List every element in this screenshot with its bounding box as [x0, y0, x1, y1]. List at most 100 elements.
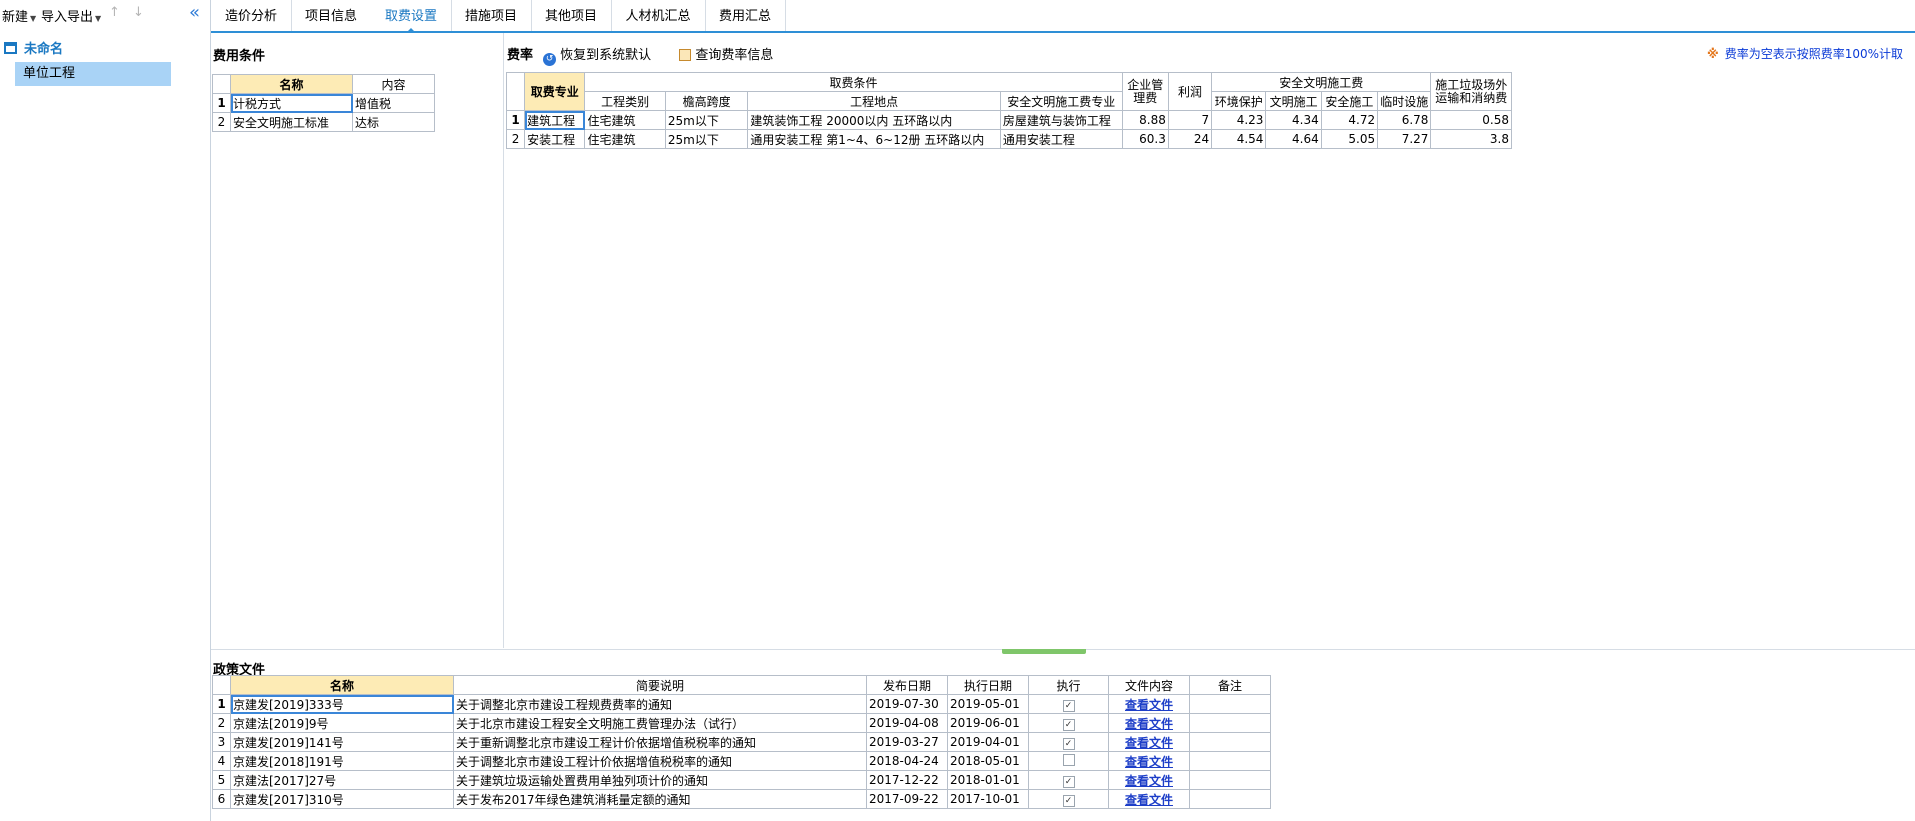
col-header-publish-date[interactable]: 发布日期 [866, 675, 948, 695]
col-header-name[interactable]: 名称 [230, 74, 353, 94]
col-header-file-content[interactable]: 文件内容 [1108, 675, 1190, 695]
table-row[interactable]: 1 建筑工程 住宅建筑 25m以下 建筑装饰工程 20000以内 五环路以内 房… [505, 110, 1512, 130]
cell-temp-facilities[interactable]: 6.78 [1377, 110, 1432, 130]
cell-value[interactable]: 增值税 [352, 93, 435, 113]
cell-doc-name[interactable]: 京建发[2017]310号 [230, 789, 454, 809]
tab-cost-analysis[interactable]: 造价分析 [211, 0, 292, 31]
cell-doc-name[interactable]: 京建发[2019]333号 [230, 694, 454, 714]
view-file-link[interactable]: 查看文件 [1125, 736, 1173, 750]
execute-checkbox[interactable] [1062, 753, 1075, 766]
tree-item-unit[interactable]: 单位工程 [15, 62, 171, 86]
cell-mgmt-fee[interactable]: 60.3 [1121, 129, 1169, 149]
view-file-link[interactable]: 查看文件 [1125, 717, 1173, 731]
cell-civilized[interactable]: 4.64 [1265, 129, 1322, 149]
col-header-civilized[interactable]: 文明施工 [1265, 91, 1322, 111]
tab-materials-summary[interactable]: 人材机汇总 [611, 0, 706, 31]
view-file-link[interactable]: 查看文件 [1125, 774, 1173, 788]
move-up-icon[interactable]: ↑ [109, 5, 120, 20]
cell-name[interactable]: 安全文明施工标准 [230, 112, 353, 132]
cell-remarks[interactable] [1189, 751, 1271, 771]
cell-env-protection[interactable]: 4.23 [1211, 110, 1267, 130]
table-row[interactable]: 1 京建发[2019]333号 关于调整北京市建设工程规费费率的通知 2019-… [212, 694, 1271, 714]
tab-cost-summary[interactable]: 费用汇总 [705, 0, 786, 31]
col-header-eaves-height[interactable]: 檐高跨度 [664, 91, 749, 111]
table-row[interactable]: 2 京建法[2019]9号 关于北京市建设工程安全文明施工费管理办法（试行） 2… [212, 713, 1271, 733]
col-header-summary[interactable]: 简要说明 [453, 675, 867, 695]
tab-measures[interactable]: 措施项目 [451, 0, 532, 31]
collapse-sidebar-icon[interactable]: « [189, 2, 200, 23]
col-header-effective-date[interactable]: 执行日期 [947, 675, 1029, 695]
cell-temp-facilities[interactable]: 7.27 [1377, 129, 1432, 149]
view-file-link[interactable]: 查看文件 [1125, 793, 1173, 807]
table-row[interactable]: 2 安装工程 住宅建筑 25m以下 通用安装工程 第1~4、6~12册 五环路以… [505, 129, 1512, 149]
view-file-link[interactable]: 查看文件 [1125, 698, 1173, 712]
cell-specialty[interactable]: 建筑工程 [524, 110, 586, 130]
col-header-mgmt-fee[interactable]: 企业管理费 [1121, 72, 1169, 111]
col-header-safety-fee[interactable]: 安全文明施工费 [1211, 72, 1432, 92]
table-row[interactable]: 2 安全文明施工标准 达标 [212, 112, 435, 132]
table-row[interactable]: 6 京建发[2017]310号 关于发布2017年绿色建筑消耗量定额的通知 20… [212, 789, 1271, 809]
col-header-waste-fee[interactable]: 施工垃圾场外运输和消纳费 [1430, 72, 1512, 111]
cell-safe-construction[interactable]: 4.72 [1320, 110, 1379, 130]
cell-remarks[interactable] [1189, 713, 1271, 733]
cell-summary[interactable]: 关于调整北京市建设工程规费费率的通知 [453, 694, 867, 714]
cell-env-protection[interactable]: 4.54 [1211, 129, 1267, 149]
tree-root-project[interactable]: 未命名 [4, 38, 63, 57]
cell-waste-fee[interactable]: 3.8 [1430, 129, 1512, 149]
tab-other-items[interactable]: 其他项目 [531, 0, 612, 31]
cell-summary[interactable]: 关于发布2017年绿色建筑消耗量定额的通知 [453, 789, 867, 809]
execute-checkbox[interactable]: ✓ [1062, 699, 1075, 712]
cell-summary[interactable]: 关于建筑垃圾运输处置费用单独列项计价的通知 [453, 770, 867, 790]
cell-location[interactable]: 建筑装饰工程 20000以内 五环路以内 [747, 110, 1001, 130]
table-row[interactable]: 4 京建发[2018]191号 关于调整北京市建设工程计价依据增值税税率的通知 … [212, 751, 1271, 771]
col-header-specialty[interactable]: 取费专业 [524, 72, 586, 111]
col-header-env-protection[interactable]: 环境保护 [1211, 91, 1267, 111]
new-button[interactable]: 新建 ▼ [2, 6, 36, 25]
col-header-project-type[interactable]: 工程类别 [584, 91, 666, 111]
cell-mgmt-fee[interactable]: 8.88 [1121, 110, 1169, 130]
col-header-temp-facilities[interactable]: 临时设施 [1377, 91, 1432, 111]
cell-waste-fee[interactable]: 0.58 [1430, 110, 1512, 130]
splitter-handle[interactable] [1002, 649, 1086, 654]
col-header-conditions[interactable]: 取费条件 [584, 72, 1123, 92]
cell-summary[interactable]: 关于调整北京市建设工程计价依据增值税税率的通知 [453, 751, 867, 771]
cell-doc-name[interactable]: 京建法[2019]9号 [230, 713, 454, 733]
col-header-doc-name[interactable]: 名称 [230, 675, 454, 695]
col-header-safety-specialty[interactable]: 安全文明施工费专业 [999, 91, 1123, 111]
cell-summary[interactable]: 关于重新调整北京市建设工程计价依据增值税税率的通知 [453, 732, 867, 752]
cell-civilized[interactable]: 4.34 [1265, 110, 1322, 130]
col-header-remarks[interactable]: 备注 [1189, 675, 1271, 695]
table-row[interactable]: 3 京建发[2019]141号 关于重新调整北京市建设工程计价依据增值税税率的通… [212, 732, 1271, 752]
cell-profit[interactable]: 7 [1167, 110, 1213, 130]
table-row[interactable]: 5 京建法[2017]27号 关于建筑垃圾运输处置费用单独列项计价的通知 201… [212, 770, 1271, 790]
cell-remarks[interactable] [1189, 732, 1271, 752]
cell-eaves-height[interactable]: 25m以下 [664, 129, 749, 149]
col-header-execute[interactable]: 执行 [1028, 675, 1109, 695]
cell-doc-name[interactable]: 京建法[2017]27号 [230, 770, 454, 790]
cell-safety-specialty[interactable]: 房屋建筑与装饰工程 [999, 110, 1123, 130]
col-header-safe-construction[interactable]: 安全施工 [1320, 91, 1379, 111]
cell-remarks[interactable] [1189, 770, 1271, 790]
cell-doc-name[interactable]: 京建发[2018]191号 [230, 751, 454, 771]
panel-divider[interactable] [503, 33, 504, 648]
cell-remarks[interactable] [1189, 694, 1271, 714]
cell-location[interactable]: 通用安装工程 第1~4、6~12册 五环路以内 [747, 129, 1001, 149]
move-down-icon[interactable]: ↓ [133, 5, 144, 20]
execute-checkbox[interactable]: ✓ [1062, 737, 1075, 750]
cell-remarks[interactable] [1189, 789, 1271, 809]
cell-profit[interactable]: 24 [1167, 129, 1213, 149]
execute-checkbox[interactable]: ✓ [1062, 794, 1075, 807]
restore-default-button[interactable]: ↺ 恢复到系统默认 [543, 48, 651, 66]
cell-name[interactable]: 计税方式 [230, 93, 353, 113]
cell-project-type[interactable]: 住宅建筑 [584, 129, 666, 149]
view-file-link[interactable]: 查看文件 [1125, 755, 1173, 769]
tab-project-info[interactable]: 项目信息 [291, 0, 372, 31]
cell-project-type[interactable]: 住宅建筑 [584, 110, 666, 130]
col-header-content[interactable]: 内容 [352, 74, 435, 94]
cell-value[interactable]: 达标 [352, 112, 435, 132]
table-row[interactable]: 1 计税方式 增值税 [212, 93, 435, 113]
cell-safety-specialty[interactable]: 通用安装工程 [999, 129, 1123, 149]
query-rates-button[interactable]: 查询费率信息 [655, 48, 773, 63]
cell-specialty[interactable]: 安装工程 [524, 129, 586, 149]
tab-fee-settings[interactable]: 取费设置 [371, 0, 452, 33]
